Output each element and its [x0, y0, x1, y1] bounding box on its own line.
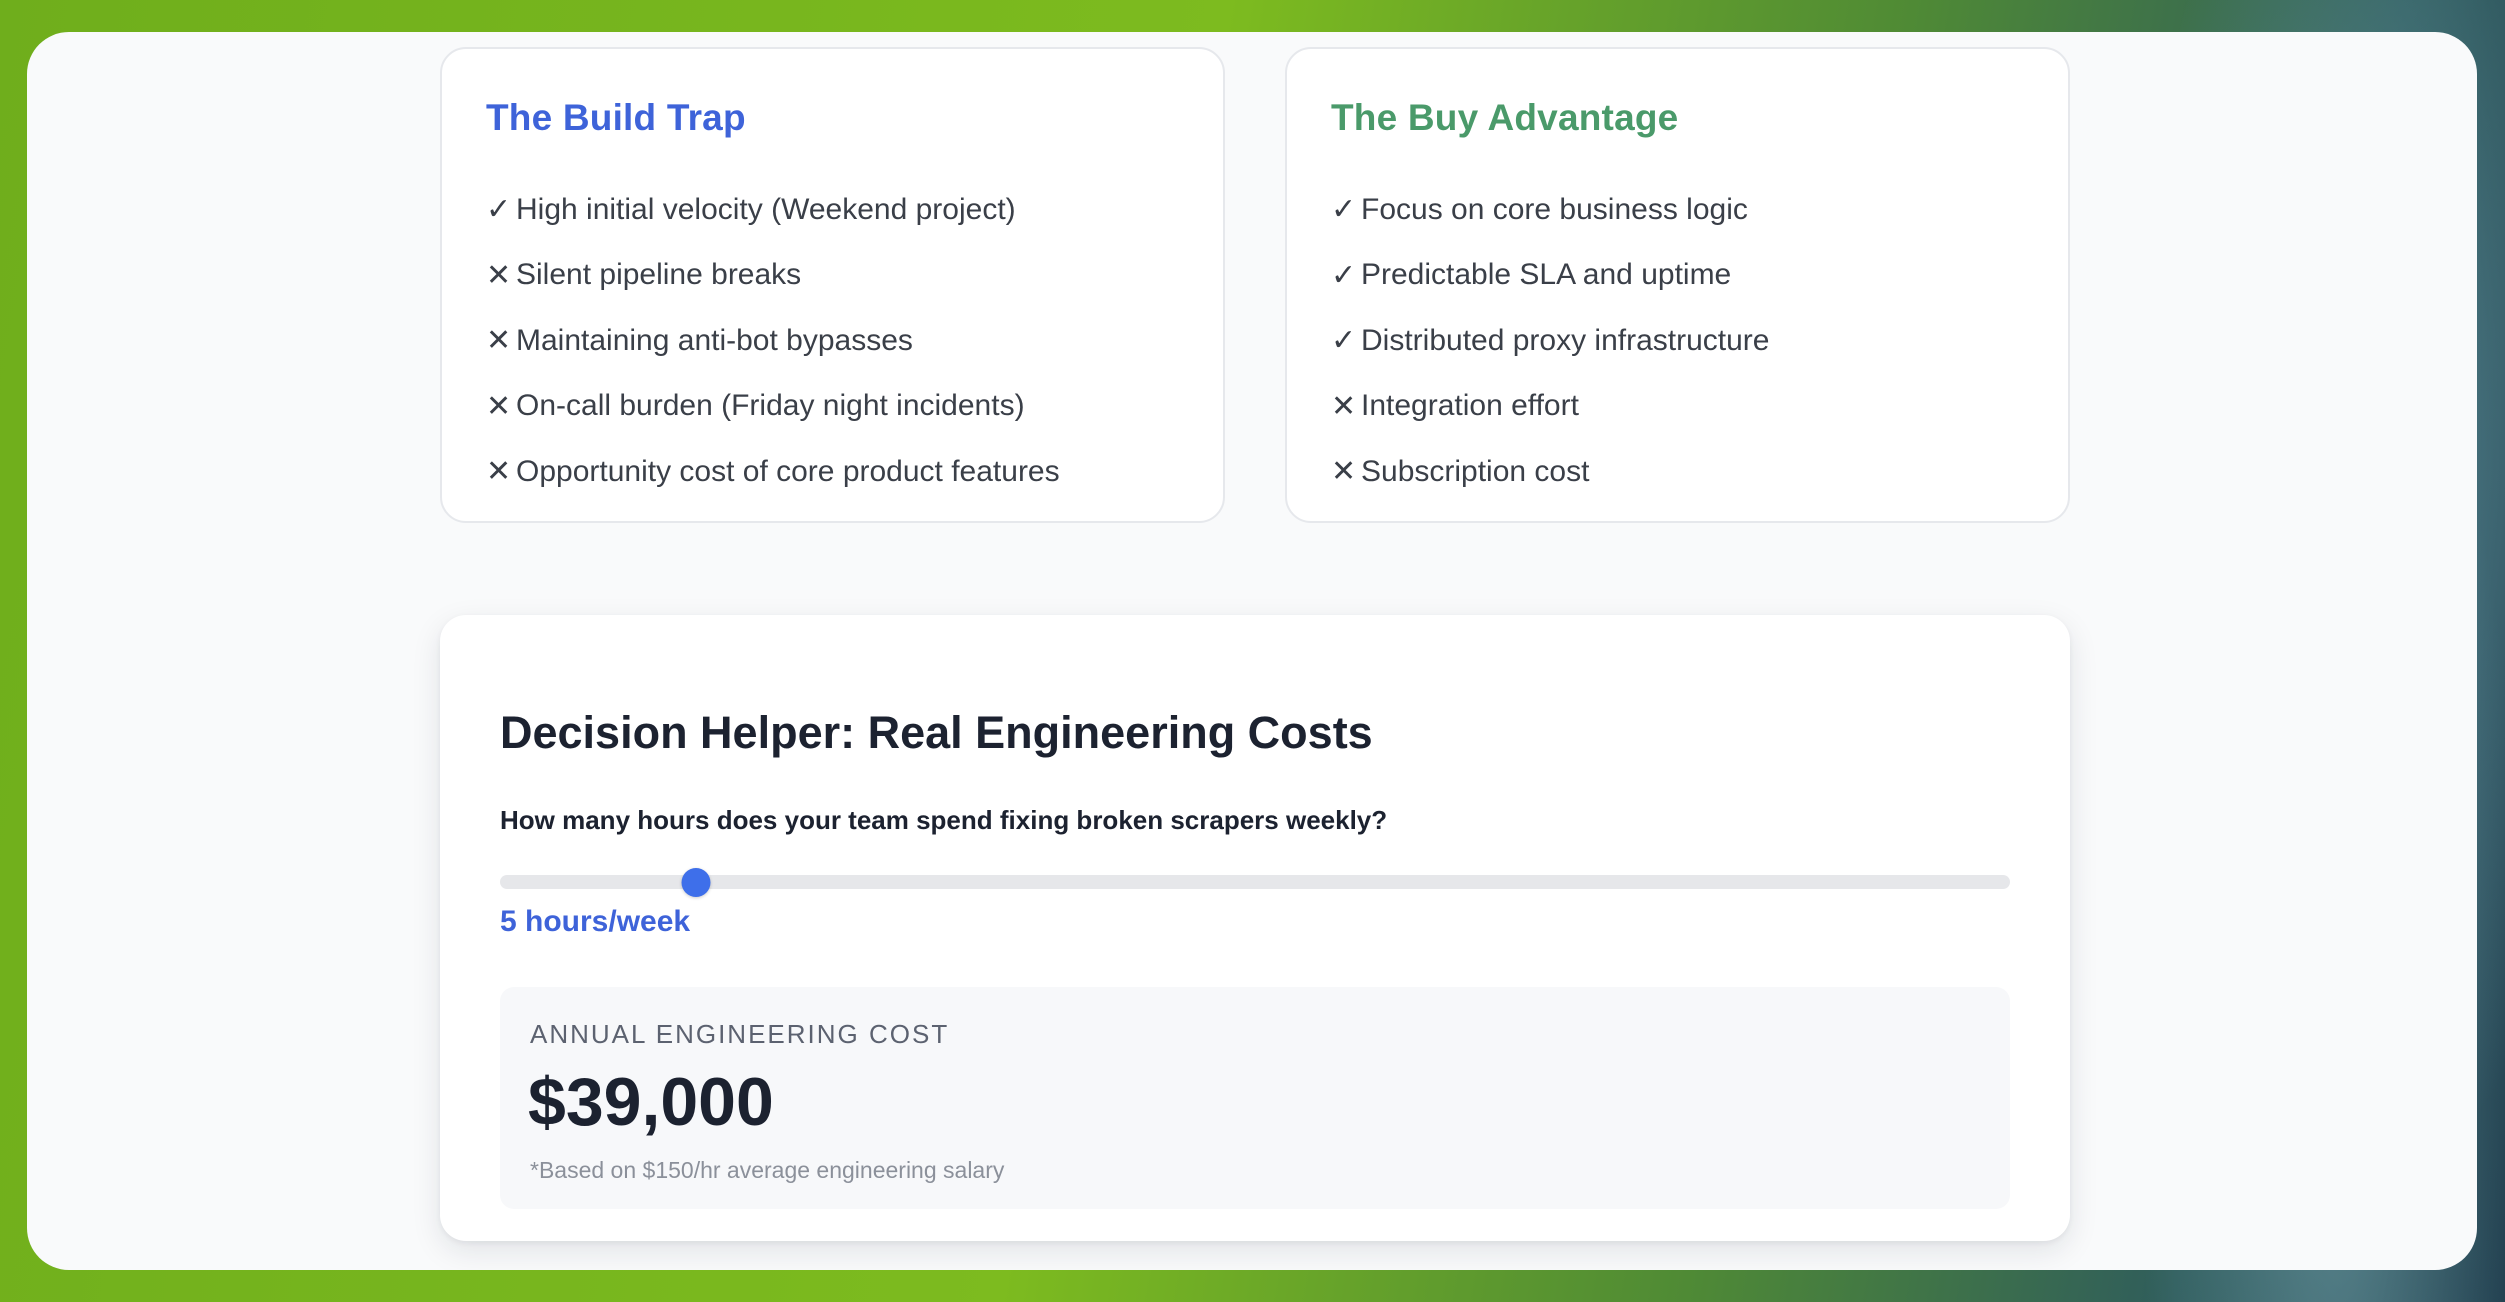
- list-item: ✕ Integration effort: [1331, 374, 1770, 440]
- hours-slider-value: 5 hours/week: [500, 905, 691, 938]
- list-item: ✓ Predictable SLA and uptime: [1331, 243, 1770, 309]
- list-item: ✓ Focus on core business logic: [1331, 177, 1770, 243]
- list-item-text: Maintaining anti-bot bypasses: [516, 323, 913, 357]
- list-item: ✓ High initial velocity (Weekend project): [486, 177, 1060, 243]
- list-item: ✓ Distributed proxy infrastructure: [1331, 308, 1770, 374]
- cross-icon: ✕: [486, 258, 512, 292]
- cross-icon: ✕: [1331, 389, 1357, 423]
- list-item: ✕ Subscription cost: [1331, 439, 1770, 505]
- salary-footnote: *Based on $150/hr average engineering sa…: [530, 1157, 1005, 1183]
- decision-helper-card: Decision Helper: Real Engineering Costs …: [440, 615, 2070, 1241]
- list-item-text: On-call burden (Friday night incidents): [516, 389, 1025, 423]
- list-item: ✕ Maintaining anti-bot bypasses: [486, 308, 1060, 374]
- hours-slider-track[interactable]: [500, 875, 2010, 889]
- check-icon: ✓: [1331, 193, 1357, 227]
- annual-cost-label: ANNUAL ENGINEERING COST: [530, 1019, 950, 1049]
- list-item-text: Focus on core business logic: [1361, 192, 1748, 226]
- list-item-text: Opportunity cost of core product feature…: [516, 454, 1060, 488]
- build-trap-title: The Build Trap: [486, 97, 746, 138]
- build-trap-card: The Build Trap ✓ High initial velocity (W…: [440, 47, 1225, 523]
- check-icon: ✓: [1331, 258, 1357, 292]
- list-item-text: Distributed proxy infrastructure: [1361, 323, 1770, 357]
- annual-cost-amount: $39,000: [528, 1064, 774, 1140]
- list-item-text: Integration effort: [1361, 389, 1579, 423]
- build-trap-list: ✓ High initial velocity (Weekend project)…: [486, 177, 1060, 505]
- list-item-text: Silent pipeline breaks: [516, 258, 802, 292]
- check-icon: ✓: [1331, 324, 1357, 358]
- cross-icon: ✕: [486, 455, 512, 489]
- list-item: ✕ Silent pipeline breaks: [486, 243, 1060, 309]
- decision-helper-title: Decision Helper: Real Engineering Costs: [500, 707, 1373, 758]
- list-item-text: Predictable SLA and uptime: [1361, 258, 1732, 292]
- annual-cost-result: ANNUAL ENGINEERING COST $39,000 *Based o…: [500, 987, 2010, 1209]
- buy-advantage-title: The Buy Advantage: [1331, 97, 1679, 138]
- cross-icon: ✕: [486, 389, 512, 423]
- list-item-text: Subscription cost: [1361, 454, 1590, 488]
- hours-slider-thumb[interactable]: [681, 868, 711, 897]
- hours-question-label: How many hours does your team spend fixi…: [500, 805, 1388, 835]
- buy-advantage-list: ✓ Focus on core business logic ✓ Predictab…: [1331, 177, 1770, 505]
- check-icon: ✓: [486, 193, 512, 227]
- list-item-text: High initial velocity (Weekend project): [516, 192, 1016, 226]
- cross-icon: ✕: [486, 324, 512, 358]
- list-item: ✕ On-call burden (Friday night incidents): [486, 374, 1060, 440]
- cross-icon: ✕: [1331, 455, 1357, 489]
- content-panel: The Build Trap ✓ High initial velocity (W…: [27, 32, 2477, 1270]
- list-item: ✕ Opportunity cost of core product featur…: [486, 439, 1060, 505]
- buy-advantage-card: The Buy Advantage ✓ Focus on core busines…: [1285, 47, 2070, 523]
